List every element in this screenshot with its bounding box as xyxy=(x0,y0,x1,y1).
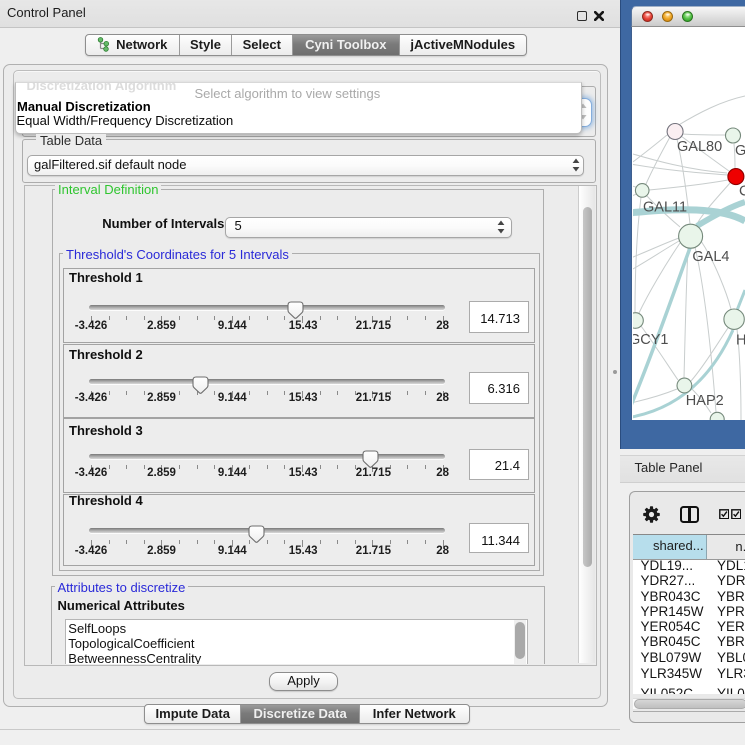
svg-text:H: H xyxy=(736,333,745,349)
svg-text:GCY1: GCY1 xyxy=(633,332,669,348)
svg-text:HAP2: HAP2 xyxy=(686,393,724,409)
svg-text:G.: G. xyxy=(735,143,745,159)
svg-text:GAL4: GAL4 xyxy=(692,249,729,265)
svg-text:GAL11: GAL11 xyxy=(643,199,687,215)
svg-text:GAL80: GAL80 xyxy=(677,139,722,155)
svg-text:C: C xyxy=(739,184,745,200)
